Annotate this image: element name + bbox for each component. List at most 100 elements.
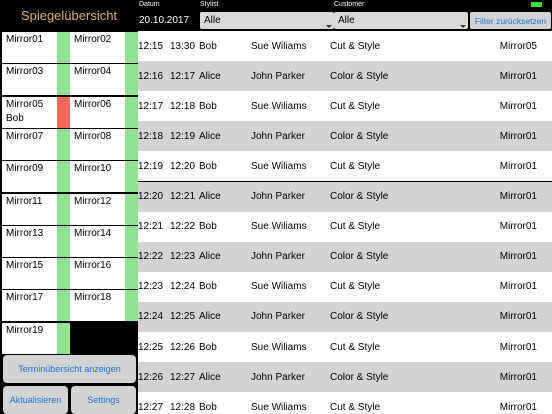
end-time: 12:28 bbox=[170, 401, 196, 413]
mirror-status-indicator bbox=[125, 193, 138, 225]
customer-name: John Parker bbox=[251, 311, 305, 323]
mirror-tile[interactable]: Mirror19 bbox=[2, 322, 70, 354]
mirror-tile[interactable]: Mirror14 bbox=[70, 225, 138, 257]
mirror-name: Mirror01 bbox=[499, 341, 537, 353]
table-row[interactable]: 12:27 12:28 Bob Sue Wiliams Cut & Style Mirro… bbox=[138, 392, 552, 414]
start-time: 12:26 bbox=[138, 371, 164, 383]
customer-name: John Parker bbox=[251, 130, 305, 142]
end-time: 12:27 bbox=[170, 371, 196, 383]
mirror-name: Mirror05 bbox=[499, 40, 537, 52]
mirror-name: Mirror01 bbox=[499, 251, 537, 263]
mirror-status-indicator bbox=[57, 32, 70, 63]
mirror-tile[interactable]: Mirror07 bbox=[2, 128, 70, 160]
mirror-status-indicator bbox=[57, 96, 70, 128]
table-row[interactable]: 12:21 12:22 Bob Sue Wiliams Cut & Style Mirro… bbox=[138, 211, 552, 242]
end-time: 12:24 bbox=[170, 281, 196, 293]
table-row[interactable]: 12:15 13:30 Bob Sue Wiliams Cut & Style Mirro… bbox=[138, 31, 552, 61]
mirror-status-indicator bbox=[125, 128, 138, 160]
end-time: 12:18 bbox=[170, 100, 196, 112]
mirror-label: Mirror14 bbox=[74, 227, 112, 239]
end-time: 12:25 bbox=[170, 311, 196, 323]
stylist-name: Bob bbox=[199, 341, 217, 353]
stylist-name: Alice bbox=[199, 130, 221, 142]
table-row[interactable]: 12:18 12:19 Alice John Parker Color & Style M… bbox=[138, 121, 552, 152]
mirror-name: Mirror01 bbox=[499, 160, 537, 172]
mirror-status-indicator bbox=[57, 290, 70, 322]
customer-name: Sue Wiliams bbox=[251, 100, 307, 112]
mirror-tile[interactable]: Mirror05 Bob bbox=[2, 96, 70, 128]
appointment-list[interactable]: 12:15 13:30 Bob Sue Wiliams Cut & Style Mirro… bbox=[138, 31, 552, 414]
start-time: 12:25 bbox=[138, 341, 164, 353]
mirror-tile[interactable]: Mirror18 bbox=[70, 290, 138, 322]
table-row[interactable]: 12:20 12:21 Alice John Parker Color & Style M… bbox=[138, 181, 552, 212]
mirror-tile[interactable]: Mirror09 bbox=[2, 161, 70, 193]
mirror-label: Mirror11 bbox=[6, 195, 43, 207]
mirror-user: Bob bbox=[6, 112, 24, 124]
mirror-tile[interactable]: Mirror11 bbox=[2, 193, 70, 225]
mirror-status-indicator bbox=[57, 64, 70, 96]
mirror-tile[interactable]: Mirror12 bbox=[70, 193, 138, 225]
date-label: Datum bbox=[139, 1, 160, 8]
stylist-name: Bob bbox=[199, 401, 217, 413]
settings-button[interactable]: Settings bbox=[71, 386, 136, 414]
customer-select[interactable]: Alle bbox=[334, 12, 468, 29]
table-row[interactable]: 12:25 12:26 Bob Sue Wiliams Cut & Style Mirro… bbox=[138, 332, 552, 362]
table-row[interactable]: 12:24 12:25 Alice John Parker Color & Style M… bbox=[138, 301, 552, 332]
stylist-label: Stylist bbox=[200, 1, 219, 8]
reset-filter-button[interactable]: Filter zurücksetzen bbox=[470, 12, 551, 29]
stylist-name: Alice bbox=[199, 70, 221, 82]
mirror-status-indicator bbox=[125, 32, 138, 63]
table-row[interactable]: 12:19 12:20 Bob Sue Wiliams Cut & Style Mirro… bbox=[138, 151, 552, 182]
mirror-tile[interactable]: Mirror02 bbox=[70, 32, 138, 63]
mirror-label: Mirror02 bbox=[74, 34, 112, 45]
customer-name: Sue Wiliams bbox=[251, 341, 307, 353]
mirror-tile[interactable]: Mirror08 bbox=[70, 128, 138, 160]
table-row[interactable]: 12:16 12:17 Alice John Parker Color & Style M… bbox=[138, 61, 552, 92]
stylist-select[interactable]: Alle bbox=[200, 12, 334, 29]
table-row[interactable]: 12:17 12:18 Bob Sue Wiliams Cut & Style Mirro… bbox=[138, 91, 552, 122]
mirror-tile[interactable]: Mirror13 bbox=[2, 225, 70, 257]
appointment-overview-button[interactable]: Terminübersicht anzeigen bbox=[3, 355, 136, 383]
mirror-label: Mirror19 bbox=[6, 324, 44, 336]
mirror-tile[interactable]: Mirror10 bbox=[70, 161, 138, 193]
end-time: 12:26 bbox=[170, 341, 196, 353]
mirror-status-indicator bbox=[125, 96, 138, 128]
table-row[interactable]: 12:22 12:23 Alice John Parker Color & Style M… bbox=[138, 241, 552, 272]
table-row[interactable]: 12:26 12:27 Alice John Parker Color & Style M… bbox=[138, 362, 552, 393]
start-time: 12:16 bbox=[138, 70, 164, 82]
mirror-label: Mirror16 bbox=[74, 260, 112, 272]
mirror-tile[interactable]: Mirror16 bbox=[70, 258, 138, 290]
start-time: 12:22 bbox=[138, 251, 164, 263]
mirror-status-indicator bbox=[125, 225, 138, 257]
stylist-name: Alice bbox=[199, 251, 221, 263]
end-time: 12:17 bbox=[170, 70, 196, 82]
mirror-tile[interactable]: Mirror15 bbox=[2, 258, 70, 290]
mirror-label: Mirror09 bbox=[6, 163, 44, 175]
end-time: 12:20 bbox=[170, 160, 196, 172]
service-name: Color & Style bbox=[330, 371, 389, 383]
mirror-label: Mirror03 bbox=[6, 66, 44, 78]
battery-icon bbox=[531, 2, 542, 7]
mirror-name: Mirror01 bbox=[499, 281, 537, 293]
mirror-tile[interactable]: Mirror17 bbox=[2, 290, 70, 322]
mirror-label: Mirror04 bbox=[74, 66, 112, 78]
mirror-status-indicator bbox=[57, 322, 70, 354]
customer-name: John Parker bbox=[251, 191, 305, 202]
chevron-down-icon bbox=[460, 25, 466, 28]
mirror-status-indicator bbox=[125, 161, 138, 193]
mirror-tile[interactable]: Mirror01 bbox=[2, 32, 70, 63]
mirror-name: Mirror01 bbox=[499, 371, 537, 383]
table-row[interactable]: 12:23 12:24 Bob Sue Wiliams Cut & Style Mirro… bbox=[138, 271, 552, 302]
customer-name: Sue Wiliams bbox=[251, 281, 307, 293]
start-time: 12:20 bbox=[138, 191, 164, 202]
mirror-tile[interactable]: Mirror06 bbox=[70, 96, 138, 128]
mirror-name: Mirror01 bbox=[499, 100, 537, 112]
end-time: 12:22 bbox=[170, 221, 196, 233]
mirror-name: Mirror01 bbox=[499, 130, 537, 142]
refresh-button[interactable]: Aktualisieren bbox=[3, 386, 68, 414]
date-picker[interactable]: 20.10.2017 bbox=[139, 15, 189, 26]
stylist-name: Bob bbox=[199, 40, 217, 52]
customer-select-value: Alle bbox=[338, 15, 355, 26]
mirror-tile[interactable]: Mirror04 bbox=[70, 64, 138, 96]
mirror-tile[interactable]: Mirror03 bbox=[2, 64, 70, 96]
